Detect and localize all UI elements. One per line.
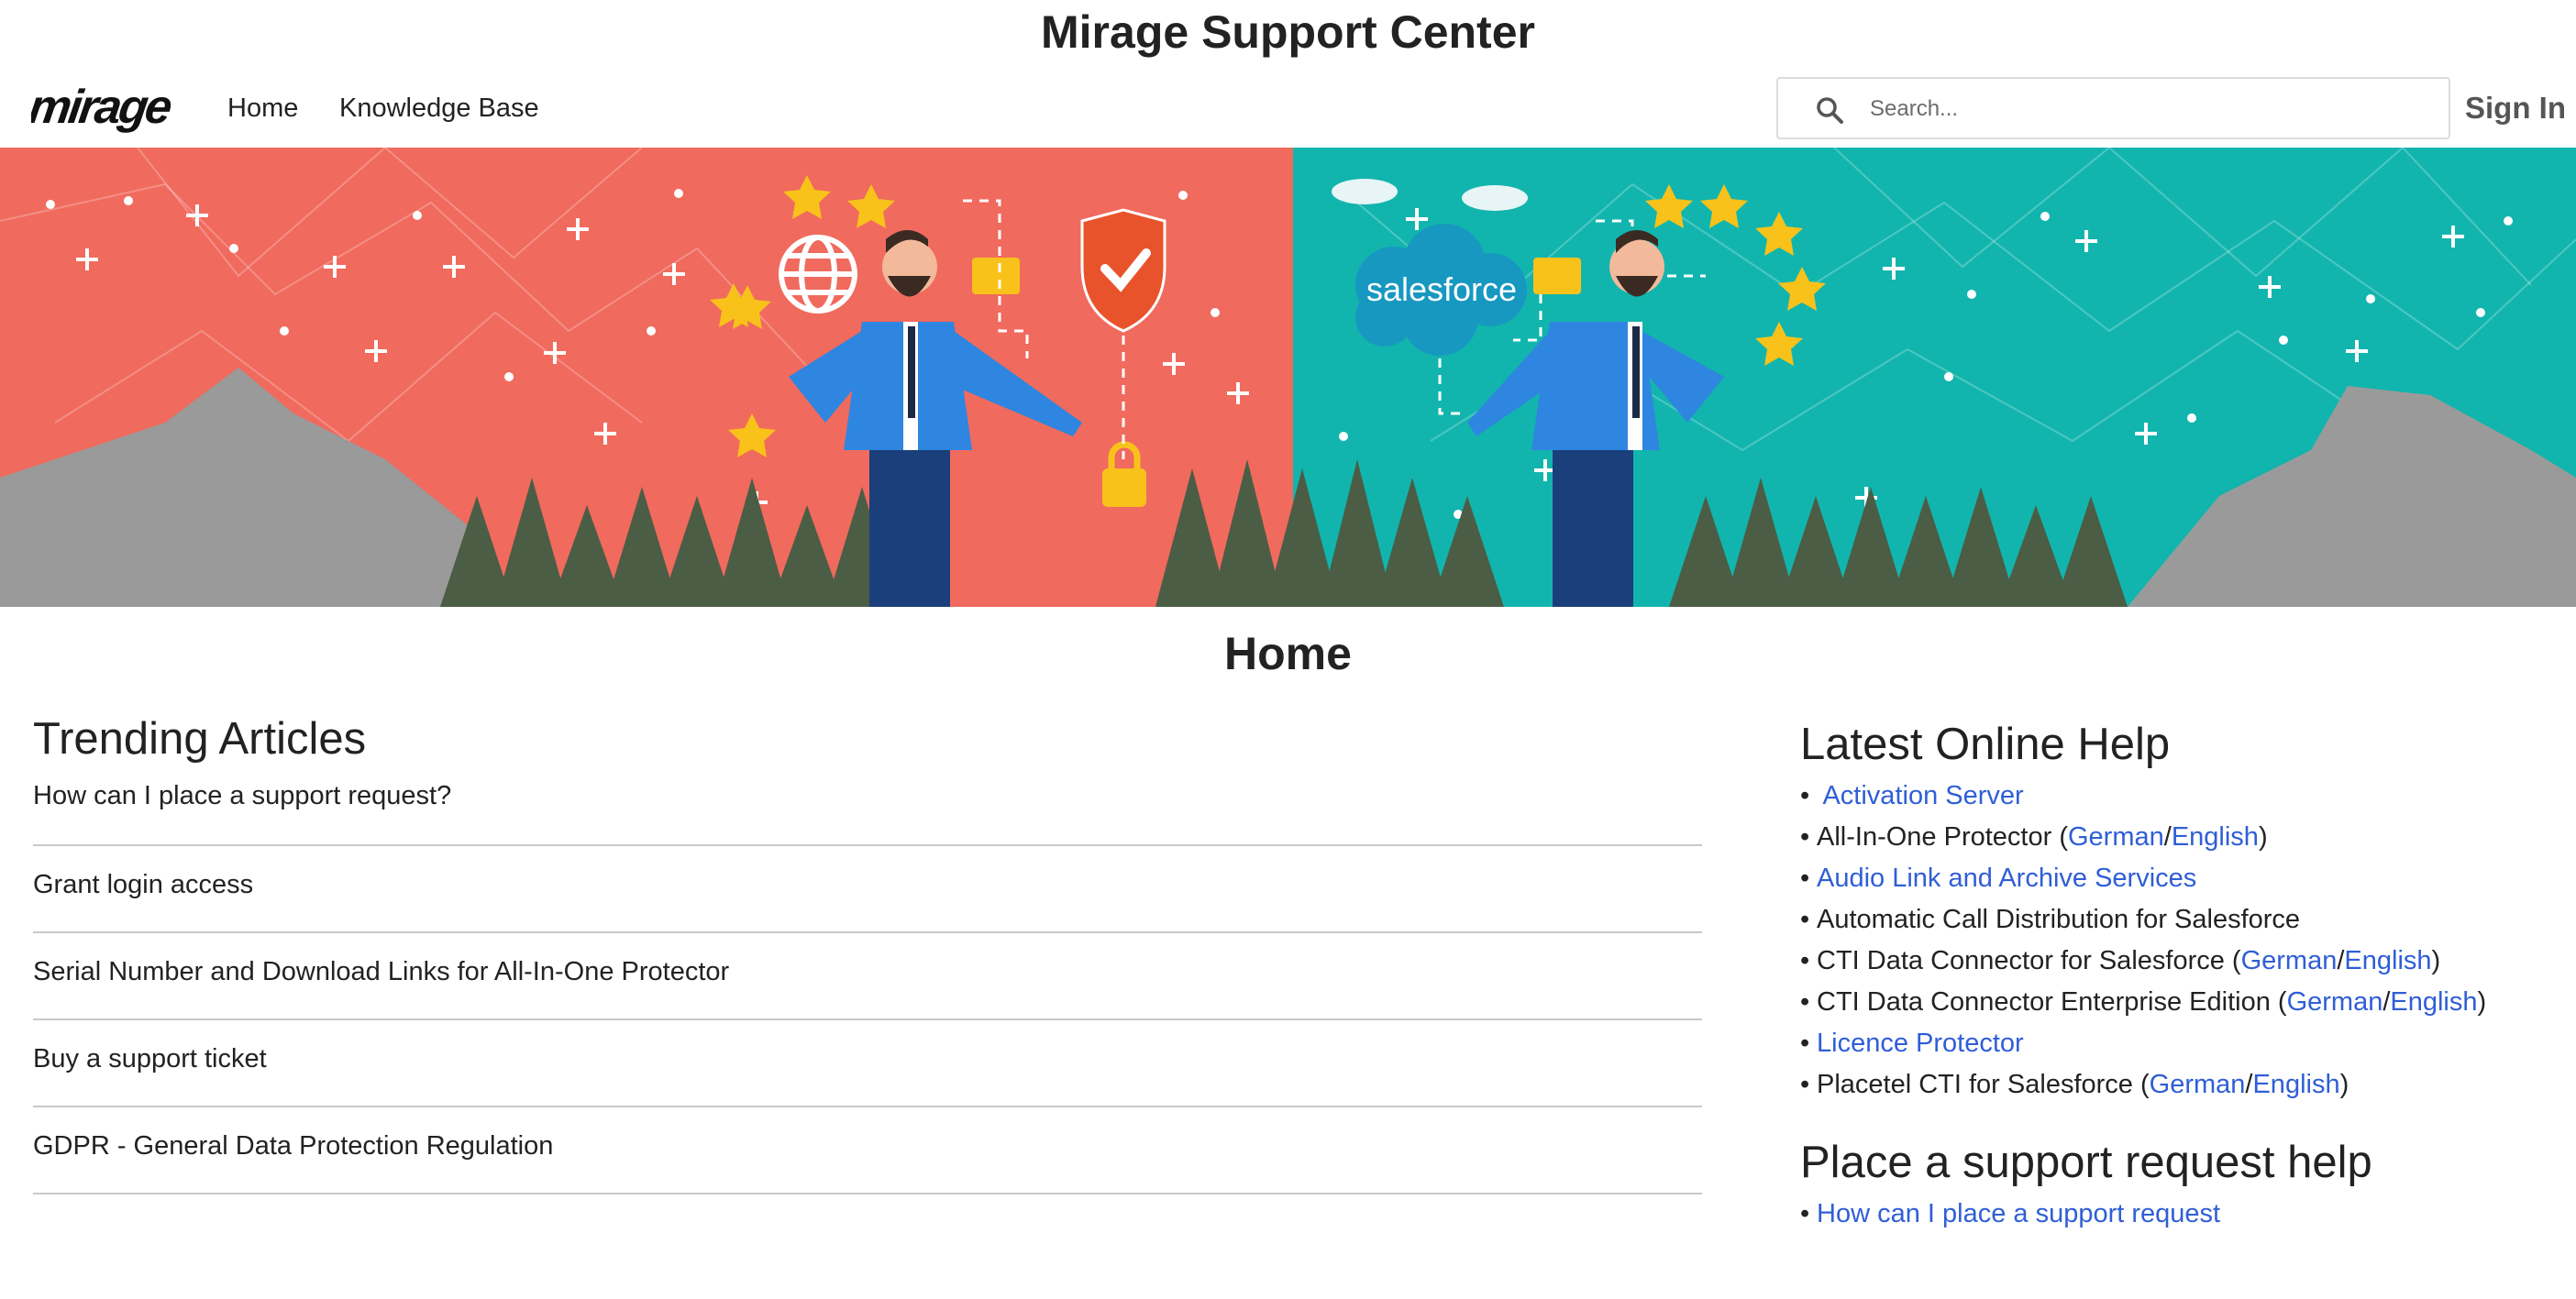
list-item: • All-In-One Protector (German/English) bbox=[1800, 817, 2552, 858]
list-item: • Licence Protector bbox=[1800, 1023, 2552, 1064]
bullet: • bbox=[1800, 864, 1810, 893]
list-item: • CTI Data Connector for Salesforce (Germ… bbox=[1800, 941, 2552, 982]
list-item: How can I place a support request? bbox=[33, 768, 1702, 846]
german-link[interactable]: German bbox=[2150, 1070, 2246, 1099]
online-help-list: • Activation Server • All-In-One Protecto… bbox=[1800, 776, 2552, 1106]
german-link[interactable]: German bbox=[2068, 822, 2164, 852]
support-request-help-title: Place a support request help bbox=[1800, 1138, 2372, 1187]
paren-close: ) bbox=[2477, 987, 2487, 1017]
licence-protector-link[interactable]: Licence Protector bbox=[1817, 1029, 2024, 1058]
paren-close: ) bbox=[2431, 946, 2441, 975]
search-box[interactable] bbox=[1776, 77, 2450, 139]
support-help-list: • How can I place a support request bbox=[1800, 1194, 2552, 1235]
nav-knowledge-base-link[interactable]: Knowledge Base bbox=[339, 90, 539, 127]
article-link[interactable]: Buy a support ticket bbox=[33, 1040, 267, 1077]
list-item: • How can I place a support request bbox=[1800, 1194, 2552, 1235]
bullet: • bbox=[1800, 987, 1810, 1017]
bullet: • bbox=[1800, 1029, 1810, 1058]
audio-link-archive-link[interactable]: Audio Link and Archive Services bbox=[1817, 864, 2196, 893]
site-title: Mirage Support Center bbox=[1041, 6, 1535, 58]
list-item: Serial Number and Download Links for All… bbox=[33, 933, 1702, 1020]
support-request-help-link[interactable]: How can I place a support request bbox=[1817, 1199, 2220, 1228]
mirage-logo[interactable]: mirage bbox=[31, 81, 187, 136]
bullet: • bbox=[1800, 822, 1810, 852]
list-item: • Audio Link and Archive Services bbox=[1800, 858, 2552, 899]
german-link[interactable]: German bbox=[2287, 987, 2383, 1017]
help-item-text: Automatic Call Distribution for Salesfor… bbox=[1817, 905, 2301, 934]
nav-home-link[interactable]: Home bbox=[227, 90, 298, 127]
sign-in-link[interactable]: Sign In bbox=[2465, 88, 2566, 128]
german-link[interactable]: German bbox=[2241, 946, 2338, 975]
help-item-text: Placetel CTI for Salesforce ( bbox=[1817, 1070, 2150, 1099]
trending-articles-list: How can I place a support request? Grant… bbox=[33, 768, 1702, 1194]
list-item: • Activation Server bbox=[1800, 776, 2552, 817]
bullet: • bbox=[1800, 781, 1810, 810]
article-link[interactable]: Grant login access bbox=[33, 866, 253, 903]
bullet: • bbox=[1800, 946, 1810, 975]
list-item: Buy a support ticket bbox=[33, 1020, 1702, 1107]
list-item: Grant login access bbox=[33, 846, 1702, 933]
page-heading: Home bbox=[1224, 628, 1352, 679]
english-link[interactable]: English bbox=[2172, 822, 2259, 852]
english-link[interactable]: English bbox=[2252, 1070, 2339, 1099]
search-input[interactable] bbox=[1870, 88, 2420, 130]
hero-banner: salesforce bbox=[0, 148, 2576, 607]
help-item-text: All-In-One Protector ( bbox=[1817, 822, 2068, 852]
bullet: • bbox=[1800, 1199, 1810, 1228]
latest-online-help-section: Latest Online Help • Activation Server •… bbox=[1800, 715, 2552, 1235]
bullet: • bbox=[1800, 905, 1810, 934]
help-item-text: CTI Data Connector Enterprise Edition ( bbox=[1817, 987, 2287, 1017]
salesforce-cloud-label: salesforce bbox=[1366, 270, 1517, 308]
bullet: • bbox=[1800, 1070, 1810, 1099]
article-link[interactable]: GDPR - General Data Protection Regulatio… bbox=[33, 1128, 553, 1164]
search-icon[interactable] bbox=[1815, 95, 1844, 125]
list-item: • Automatic Call Distribution for Salesfo… bbox=[1800, 899, 2552, 941]
article-link[interactable]: Serial Number and Download Links for All… bbox=[33, 953, 729, 990]
english-link[interactable]: English bbox=[2390, 987, 2477, 1017]
list-item: GDPR - General Data Protection Regulatio… bbox=[33, 1107, 1702, 1194]
list-item: • CTI Data Connector Enterprise Edition (… bbox=[1800, 982, 2552, 1023]
article-link[interactable]: How can I place a support request? bbox=[33, 777, 451, 814]
paren-close: ) bbox=[2258, 822, 2268, 852]
separator: / bbox=[2163, 822, 2172, 852]
help-item-text: CTI Data Connector for Salesforce ( bbox=[1817, 946, 2241, 975]
latest-online-help-title: Latest Online Help bbox=[1800, 720, 2171, 769]
top-nav: mirage Home Knowledge Base Sign In bbox=[0, 70, 2576, 147]
trending-articles-section: Trending Articles How can I place a supp… bbox=[33, 710, 1702, 1194]
trending-articles-title: Trending Articles bbox=[33, 714, 367, 764]
english-link[interactable]: English bbox=[2344, 946, 2431, 975]
logo-text: mirage bbox=[31, 81, 174, 134]
activation-server-link[interactable]: Activation Server bbox=[1822, 781, 2023, 810]
list-item: • Placetel CTI for Salesforce (German/Eng… bbox=[1800, 1064, 2552, 1106]
paren-close: ) bbox=[2339, 1070, 2349, 1099]
